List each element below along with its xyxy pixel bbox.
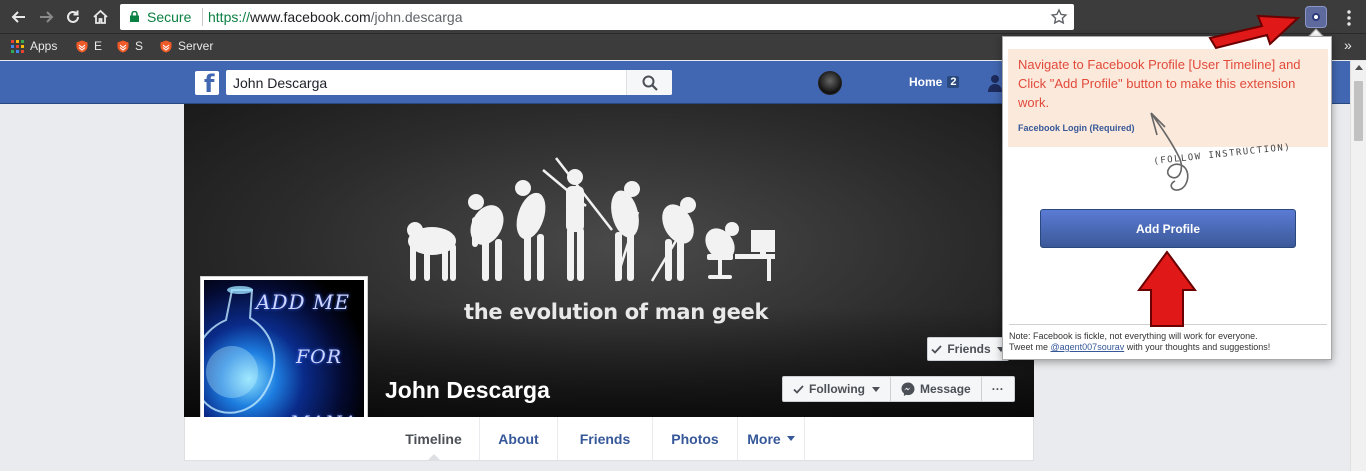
bookmark-label: Server: [178, 39, 214, 53]
address-bar[interactable]: Secure https://www.facebook.com/john.des…: [120, 4, 1074, 30]
chrome-menu-icon[interactable]: [1339, 8, 1359, 28]
search-icon: [642, 75, 658, 91]
browser-toolbar: Secure https://www.facebook.com/john.des…: [0, 0, 1366, 34]
back-button[interactable]: [8, 6, 30, 28]
reload-icon: [67, 10, 79, 23]
bookmark-star-icon[interactable]: [1050, 8, 1068, 26]
url-scheme: https://: [208, 9, 251, 25]
home-button[interactable]: [89, 6, 111, 28]
profile-name[interactable]: John Descarga: [385, 377, 550, 404]
instruction-text: Navigate to Facebook Profile [User Timel…: [1018, 57, 1301, 110]
profile-picture-image: ADD ME FOR MANA: [204, 280, 364, 440]
search-button[interactable]: [626, 70, 672, 95]
extension-badge-icon: [1312, 13, 1320, 21]
facebook-logo-icon[interactable]: f: [195, 71, 219, 95]
caret-down-icon: [786, 436, 795, 441]
facebook-login-link[interactable]: Facebook Login (Required): [1018, 123, 1135, 133]
bookmark-label: S: [135, 39, 144, 53]
bookmark-label: Apps: [30, 39, 58, 53]
following-button[interactable]: Following: [783, 377, 891, 401]
tab-label: Photos: [671, 430, 719, 447]
caret-down-icon: [872, 386, 880, 392]
bookmark-server[interactable]: Server: [160, 39, 213, 53]
bookmark-label: E: [94, 39, 103, 53]
apps-grid-icon: [11, 39, 24, 53]
profile-picture-text-2: FOR: [296, 346, 343, 368]
tab-photos[interactable]: Photos: [653, 417, 738, 460]
scroll-up-arrow-icon[interactable]: [1355, 65, 1363, 70]
cover-caption: the evolution of man geek: [464, 300, 769, 324]
more-options-button[interactable]: ···: [982, 377, 1014, 401]
tab-label: Timeline: [405, 430, 462, 447]
twitter-handle-link[interactable]: @agent007sourav: [1051, 342, 1125, 352]
bookmark-s[interactable]: S: [117, 39, 143, 53]
message-button[interactable]: Message: [891, 377, 982, 401]
tab-about[interactable]: About: [480, 417, 558, 460]
forward-button[interactable]: [35, 6, 57, 28]
bookmark-e[interactable]: E: [76, 39, 102, 53]
friends-button-label: Friends: [947, 342, 991, 356]
message-button-label: Message: [920, 382, 971, 396]
arrow-right-icon: [40, 11, 54, 23]
bookmarks-overflow-button[interactable]: »: [1344, 37, 1352, 53]
url-text[interactable]: https://www.facebook.com/john.descarga: [208, 9, 462, 25]
checkmark-icon: [931, 344, 942, 354]
url-path: /john.descarga: [370, 9, 463, 25]
tab-label: About: [498, 430, 539, 447]
url-host: www.facebook.com: [250, 9, 371, 25]
following-button-label: Following: [809, 382, 865, 396]
friend-requests-icon[interactable]: [988, 74, 1002, 92]
tab-label: Friends: [579, 430, 631, 447]
facebook-search: [226, 70, 672, 95]
shield-bookmark-icon: [160, 40, 172, 52]
home-link[interactable]: Home 2: [909, 75, 960, 89]
add-profile-button[interactable]: Add Profile: [1040, 209, 1296, 248]
messenger-icon: [901, 382, 915, 396]
shield-bookmark-icon: [117, 40, 129, 52]
friends-dropdown-button[interactable]: Friends: [927, 337, 1009, 361]
profile-picture-text-1: ADD ME: [256, 290, 350, 314]
tab-friends[interactable]: Friends: [558, 417, 653, 460]
bookmark-apps[interactable]: Apps: [11, 39, 57, 53]
extension-popup: Navigate to Facebook Profile [User Timel…: [1002, 36, 1332, 360]
home-notification-badge: 2: [947, 76, 960, 88]
user-avatar[interactable]: [818, 71, 842, 95]
reload-button[interactable]: [62, 6, 84, 28]
secure-label: Secure: [147, 9, 192, 25]
footer-note: Note: Facebook is fickle, not everything…: [1009, 331, 1258, 341]
arrow-left-icon: [11, 11, 25, 23]
shield-bookmark-icon: [76, 40, 88, 52]
footer-prefix: Tweet me: [1009, 342, 1051, 352]
tab-more[interactable]: More: [738, 417, 805, 460]
profile-tabs: Timeline About Friends Photos More: [184, 417, 1034, 461]
checkmark-icon: [793, 384, 804, 394]
popup-footer: Note: Facebook is fickle, not everything…: [1009, 324, 1327, 353]
home-label: Home: [909, 75, 943, 89]
extension-icon[interactable]: [1305, 6, 1327, 28]
footer-tweet-line: Tweet me @agent007sourav with your thoug…: [1009, 342, 1327, 353]
tab-timeline[interactable]: Timeline: [388, 417, 480, 460]
page-scrollbar[interactable]: [1350, 61, 1366, 471]
lock-icon: [130, 11, 139, 22]
profile-actions: Following Message ···: [782, 376, 1015, 402]
home-icon: [92, 9, 108, 24]
address-divider: [202, 8, 203, 26]
search-input[interactable]: [226, 70, 626, 95]
more-options-icon: ···: [991, 382, 1004, 396]
footer-suffix: with your thoughts and suggestions!: [1124, 342, 1271, 352]
scroll-thumb[interactable]: [1354, 81, 1363, 141]
tab-label: More: [747, 430, 781, 447]
